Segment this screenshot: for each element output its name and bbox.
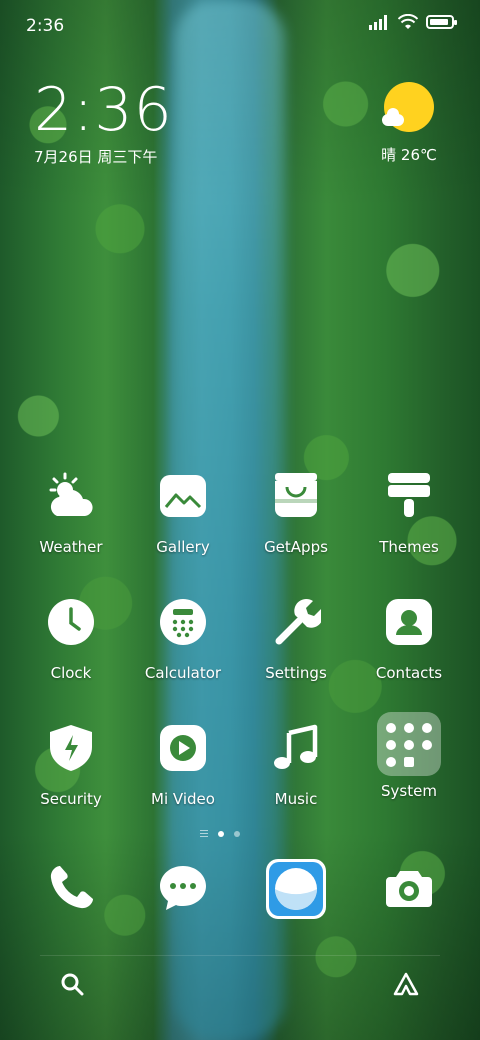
app-music[interactable]: Music	[241, 722, 351, 808]
app-label: Gallery	[156, 538, 210, 556]
camera-icon	[383, 862, 435, 914]
dock-camera[interactable]	[354, 862, 464, 914]
assistant-icon[interactable]	[392, 972, 420, 996]
app-label: Settings	[265, 664, 327, 682]
clock-widget[interactable]: 2:36 7月26日 周三下午	[34, 80, 173, 167]
app-clock[interactable]: Clock	[16, 596, 126, 682]
status-bar: 2:36	[0, 0, 480, 50]
status-icons	[368, 14, 457, 30]
app-label: Weather	[39, 538, 103, 556]
calculator-icon	[157, 596, 209, 648]
app-label: Music	[274, 790, 318, 808]
widget-date: 7月26日 周三下午	[34, 148, 158, 166]
weather-icon	[45, 470, 97, 522]
getapps-icon	[270, 470, 322, 522]
music-icon	[270, 722, 322, 774]
phone-icon	[45, 862, 97, 914]
system-folder-icon	[377, 712, 441, 776]
search-icon[interactable]	[60, 972, 84, 996]
dock-phone[interactable]	[16, 862, 126, 914]
page-dot-active	[218, 830, 224, 837]
app-security[interactable]: Security	[16, 722, 126, 808]
gallery-icon	[157, 470, 209, 522]
app-label: System	[381, 782, 437, 800]
app-label: Themes	[379, 538, 439, 556]
browser-icon	[265, 858, 327, 920]
app-contacts[interactable]: Contacts	[354, 596, 464, 682]
status-time: 2:36	[26, 16, 65, 36]
messages-icon	[157, 862, 209, 914]
themes-icon	[383, 470, 435, 522]
app-label: Clock	[50, 664, 92, 682]
widget-time: 2:36	[34, 75, 173, 145]
clock-icon	[45, 596, 97, 648]
dock	[0, 859, 480, 926]
search-bar[interactable]	[40, 955, 440, 1011]
app-mi-video[interactable]: Mi Video	[128, 722, 238, 808]
app-settings[interactable]: Settings	[241, 596, 351, 682]
app-weather[interactable]: Weather	[16, 470, 126, 556]
app-calculator[interactable]: Calculator	[128, 596, 238, 682]
battery-icon	[426, 15, 457, 29]
page-indicator[interactable]	[200, 830, 240, 837]
mi-video-icon	[157, 722, 209, 774]
page-list-icon	[200, 830, 208, 837]
sun-cloud-icon	[382, 82, 434, 132]
wifi-icon	[398, 14, 418, 29]
app-label: Security	[40, 790, 102, 808]
contacts-icon	[383, 596, 435, 648]
app-label: Contacts	[375, 664, 443, 682]
settings-icon	[270, 596, 322, 648]
app-label: GetApps	[264, 538, 328, 556]
app-label: Mi Video	[151, 790, 215, 808]
dock-messages[interactable]	[128, 862, 238, 914]
app-label: Calculator	[144, 664, 222, 682]
weather-widget[interactable]: 晴 26℃	[374, 82, 444, 165]
security-icon	[45, 722, 97, 774]
weather-text: 晴 26℃	[381, 146, 437, 164]
page-dot	[234, 830, 240, 837]
dock-browser[interactable]	[241, 858, 351, 920]
app-themes[interactable]: Themes	[354, 470, 464, 556]
app-folder-system[interactable]: System	[354, 712, 464, 800]
app-gallery[interactable]: Gallery	[128, 470, 238, 556]
app-getapps[interactable]: GetApps	[241, 470, 351, 556]
cellular-signal-icon	[369, 15, 387, 30]
